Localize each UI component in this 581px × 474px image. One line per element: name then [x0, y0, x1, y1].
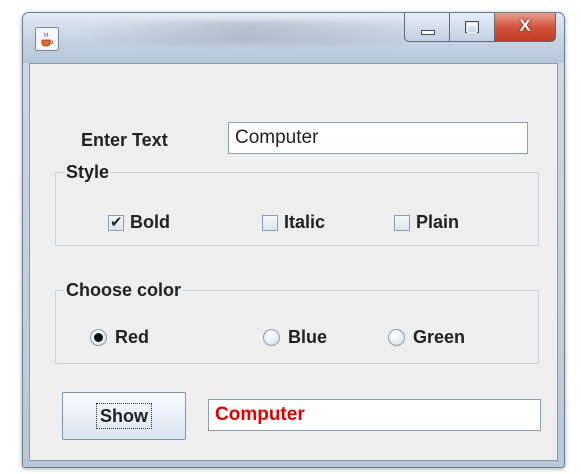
- style-group: Style: [55, 162, 539, 246]
- close-button[interactable]: X: [495, 13, 556, 42]
- checkbox-unchecked-icon: [262, 214, 278, 231]
- color-group: Choose color: [55, 280, 539, 364]
- radio-unselected-icon: [263, 329, 280, 346]
- plain-checkbox[interactable]: Plain: [394, 212, 459, 233]
- green-label: Green: [413, 327, 466, 347]
- italic-checkbox[interactable]: Italic: [262, 212, 325, 233]
- color-group-title: Choose color: [66, 280, 182, 300]
- show-button[interactable]: Show: [62, 392, 186, 440]
- green-radio[interactable]: Green: [388, 327, 465, 348]
- checkbox-unchecked-icon: [394, 214, 410, 231]
- italic-label: Italic: [284, 212, 326, 232]
- checkbox-checked-icon: [108, 213, 124, 231]
- red-label: Red: [115, 327, 150, 347]
- output-field[interactable]: Computer: [208, 399, 541, 431]
- window-title-blurred: [83, 21, 403, 45]
- enter-text-label: Enter Text: [81, 130, 168, 150]
- bold-checkbox[interactable]: Bold: [108, 212, 170, 233]
- maximize-icon: [465, 21, 479, 33]
- app-window: X Enter Text Computer Style Bold Italic …: [22, 12, 565, 468]
- minimize-icon: [421, 30, 435, 35]
- blue-label: Blue: [288, 327, 328, 347]
- show-button-label: Show: [96, 403, 152, 429]
- minimize-button[interactable]: [404, 13, 450, 42]
- radio-unselected-icon: [388, 329, 405, 346]
- style-group-title: Style: [66, 162, 110, 182]
- red-radio[interactable]: Red: [90, 327, 149, 348]
- plain-label: Plain: [416, 212, 460, 232]
- content-pane: Enter Text Computer Style Bold Italic Pl…: [29, 63, 558, 461]
- blue-radio[interactable]: Blue: [263, 327, 327, 348]
- caption-buttons: X: [404, 13, 556, 45]
- text-input[interactable]: Computer: [228, 122, 528, 154]
- bold-label: Bold: [130, 212, 170, 232]
- radio-selected-icon: [90, 329, 107, 346]
- title-bar[interactable]: X: [23, 13, 564, 63]
- java-cup-icon[interactable]: [35, 27, 59, 51]
- close-icon: X: [519, 16, 531, 35]
- maximize-button[interactable]: [450, 13, 495, 42]
